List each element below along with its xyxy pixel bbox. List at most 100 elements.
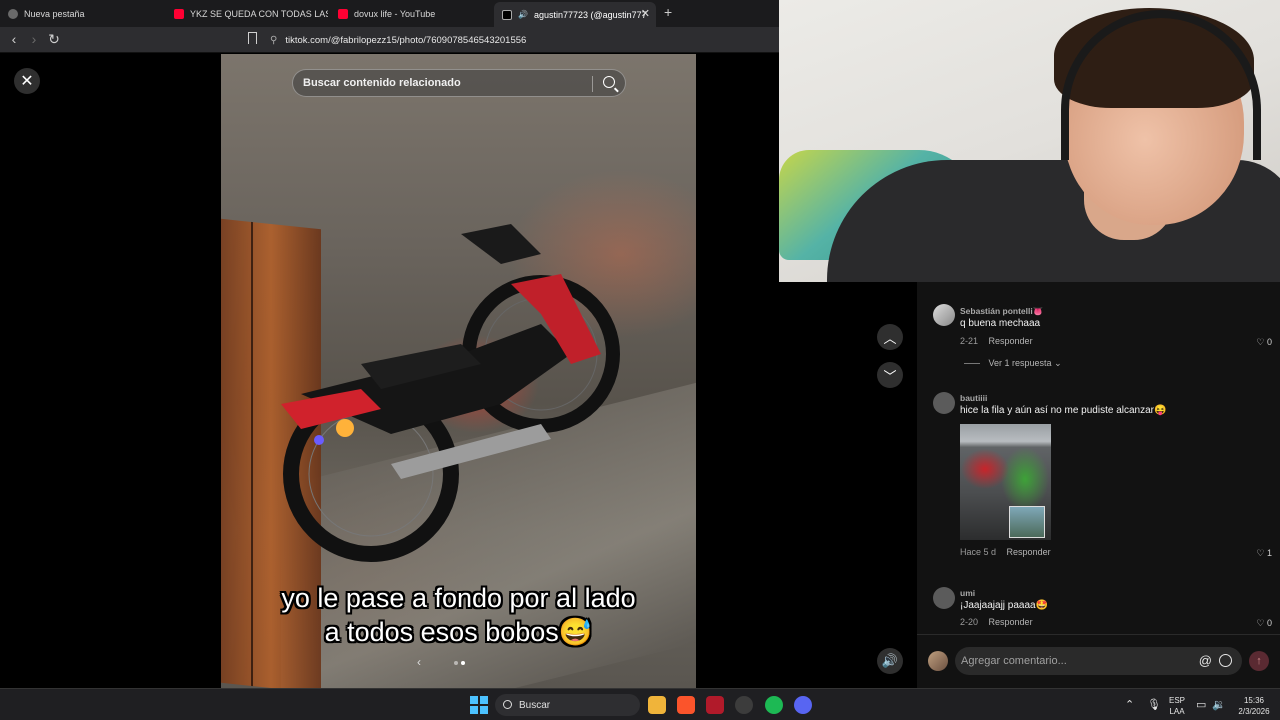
microphone-icon[interactable]: 🎙 — [1147, 698, 1161, 711]
taskbar-search[interactable]: Buscar — [495, 694, 640, 716]
tab-label: Nueva pestaña — [24, 8, 85, 19]
file-explorer-icon[interactable] — [648, 696, 666, 714]
view-replies-button[interactable]: Ver 1 respuesta ⌄ — [964, 358, 1062, 369]
app-clock-icon[interactable] — [735, 696, 753, 714]
keyboard-layout: LAA — [1169, 707, 1185, 716]
brave-browser-icon[interactable] — [677, 696, 695, 714]
chevron-down-icon: ﹀ — [883, 368, 897, 384]
chevron-down-icon: ⌄ — [1054, 358, 1062, 368]
comment-username[interactable]: bautiiii — [960, 393, 987, 403]
windows-logo-icon — [470, 696, 478, 704]
send-comment-button[interactable]: ↑ — [1249, 651, 1269, 671]
related-search-placeholder: Buscar contenido relacionado — [303, 77, 461, 89]
volume-button[interactable]: 🔊 — [877, 648, 903, 674]
volume-icon[interactable]: 🔉 — [1212, 698, 1226, 711]
volume-icon: 🔊 — [881, 653, 899, 668]
tab-new-tab[interactable]: Nueva pestaña — [0, 3, 165, 24]
previous-slide-icon[interactable]: ‹ — [417, 655, 421, 669]
tab-youtube-dovux[interactable]: dovux life - YouTube — [330, 3, 490, 24]
avatar[interactable] — [933, 304, 955, 326]
start-button[interactable] — [470, 696, 488, 714]
comment-username[interactable]: umi — [960, 588, 975, 598]
forward-icon[interactable]: › — [25, 31, 43, 47]
network-icon[interactable]: ▭ — [1196, 698, 1206, 711]
like-count: 0 — [1266, 337, 1272, 347]
comment-input-placeholder: Agregar comentario... — [961, 655, 1067, 667]
reply-button[interactable]: Responder — [989, 336, 1033, 346]
spotify-icon[interactable] — [765, 696, 783, 714]
comment-username[interactable]: Sebastián pontelli👅 — [960, 306, 1043, 317]
comment-meta: Hace 5 d Responder — [960, 547, 1051, 557]
comment-text: q buena mechaaa — [960, 318, 1041, 329]
close-tab-icon[interactable]: ✕ — [641, 7, 650, 20]
tab-label: agustin77723 (@agustin777 — [533, 9, 647, 20]
webcam-overlay — [779, 0, 1280, 282]
url-text: tiktok.com/@fabrilopezz15/photo/76090785… — [285, 34, 527, 46]
like-count: 1 — [1266, 548, 1272, 558]
app-a-icon[interactable] — [706, 696, 724, 714]
reply-button[interactable]: Responder — [989, 617, 1033, 627]
heart-icon: ♡ — [1256, 548, 1265, 558]
chevron-up-icon[interactable]: ⌃ — [1125, 698, 1134, 711]
slide-dot[interactable] — [454, 661, 458, 665]
avatar[interactable] — [933, 587, 955, 609]
like-button[interactable]: ♡ 0 — [1256, 618, 1272, 629]
comment-image-inset — [1009, 506, 1045, 538]
youtube-icon — [174, 8, 184, 19]
date: 2/3/2026 — [1238, 707, 1270, 716]
slide-indicator: ‹ — [417, 655, 477, 669]
mention-icon[interactable]: @ — [1199, 653, 1212, 668]
like-button[interactable]: ♡ 0 — [1256, 337, 1272, 348]
arrow-up-icon: ↑ — [1256, 655, 1262, 667]
time: 15:36 — [1243, 696, 1265, 705]
comment-meta: 2-21 Responder — [960, 336, 1033, 346]
address-bar[interactable]: ⚲ tiktok.com/@fabrilopezz15/photo/760907… — [270, 30, 779, 50]
previous-post-button[interactable]: ︿ — [877, 324, 903, 350]
photo-caption: yo le pase a fondo por al lado a todos e… — [221, 581, 696, 649]
slide-dot-active[interactable] — [461, 661, 465, 665]
divider — [592, 76, 593, 92]
language-code: ESP — [1168, 696, 1185, 705]
windows-logo-icon — [480, 706, 488, 714]
like-button[interactable]: ♡ 1 — [1256, 548, 1272, 559]
browser-toolbar: ‹ › ↻ ⚲ tiktok.com/@fabrilopezz15/photo/… — [0, 27, 779, 53]
comment-image[interactable] — [960, 424, 1051, 540]
comment-date: 2-20 — [960, 617, 979, 627]
chevron-up-icon: ︿ — [883, 330, 897, 346]
search-icon — [503, 700, 512, 709]
avatar[interactable] — [933, 392, 955, 414]
taskbar: Buscar ⌃ 🎙 ESP LAA ▭ 🔉 15:36 2/3/2026 — [0, 688, 1280, 720]
tab-label: YKZ SE QUEDA CON TODAS LAS CO — [190, 8, 328, 19]
post-photo[interactable]: Buscar contenido relacionado yo le pase … — [221, 54, 696, 688]
comment-input[interactable]: Agregar comentario... @ — [955, 647, 1242, 675]
caption-line-2: a todos esos bobos😅 — [324, 617, 593, 647]
language-indicator[interactable]: ESP LAA — [1165, 695, 1189, 717]
comment-composer: Agregar comentario... @ ↑ — [917, 634, 1280, 688]
close-viewer-button[interactable]: ✕ — [14, 68, 40, 94]
new-tab-button[interactable]: + — [664, 4, 672, 20]
windows-logo-icon — [480, 696, 488, 704]
next-post-button[interactable]: ﹀ — [877, 362, 903, 388]
speaker-icon: 🔊 — [518, 10, 528, 19]
bookmark-icon[interactable] — [248, 32, 257, 44]
emoji-icon[interactable] — [1219, 654, 1232, 667]
avatar — [928, 651, 948, 671]
clock[interactable]: 15:36 2/3/2026 — [1232, 695, 1276, 717]
tiktok-icon — [502, 9, 512, 20]
tab-tiktok-active[interactable]: 🔊 agustin77723 (@agustin777 ✕ — [494, 2, 656, 27]
related-search-bar[interactable]: Buscar contenido relacionado — [292, 69, 626, 97]
heart-icon: ♡ — [1256, 618, 1265, 628]
comments-panel: Sebastián pontelli👅 q buena mechaaa 2-21… — [917, 282, 1280, 688]
comment-text: hice la fila y aún así no me pudiste alc… — [960, 405, 1167, 416]
taskbar-search-label: Buscar — [519, 699, 551, 711]
windows-logo-icon — [470, 706, 478, 714]
reply-button[interactable]: Responder — [1007, 547, 1051, 557]
reload-icon[interactable]: ↻ — [45, 31, 63, 48]
search-icon[interactable] — [603, 76, 615, 88]
heart-icon: ♡ — [1256, 337, 1265, 347]
comment-meta: 2-20 Responder — [960, 617, 1033, 627]
site-settings-icon[interactable]: ⚲ — [270, 35, 277, 46]
tab-youtube-ykz[interactable]: YKZ SE QUEDA CON TODAS LAS CO — [166, 3, 328, 24]
discord-icon[interactable] — [794, 696, 812, 714]
back-icon[interactable]: ‹ — [5, 31, 23, 47]
